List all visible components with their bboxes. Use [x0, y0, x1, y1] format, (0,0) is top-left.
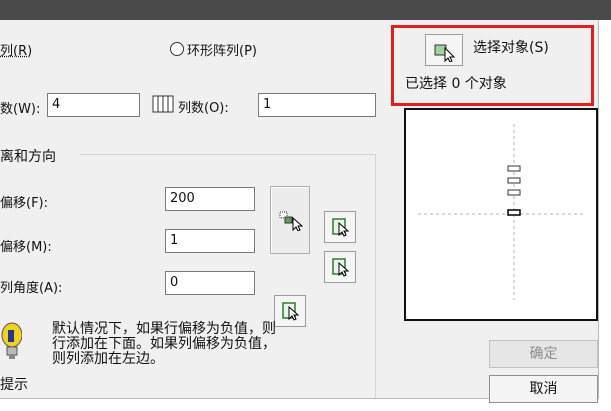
array-angle-label: 列角度(A):	[0, 281, 63, 296]
group-border-right	[375, 154, 376, 398]
row-offset-input[interactable]: 200	[165, 187, 255, 211]
rows-input-value: 4	[52, 97, 61, 112]
highlight-annotation	[391, 25, 594, 106]
cancel-button[interactable]: 取消	[489, 375, 598, 403]
ok-button[interactable]: 确定	[489, 340, 598, 368]
columns-label: 列数(O):	[178, 101, 229, 116]
array-preview	[404, 108, 598, 321]
window-titlebar	[0, 0, 611, 20]
pick-point-icon	[281, 301, 301, 325]
columns-input-value: 1	[263, 97, 272, 112]
col-offset-value: 1	[170, 233, 179, 248]
pick-point-icon	[331, 217, 351, 241]
pick-both-offsets-icon	[279, 211, 304, 235]
group-divider	[80, 154, 376, 155]
columns-icon	[152, 94, 174, 114]
columns-input[interactable]: 1	[258, 93, 376, 117]
row-offset-value: 200	[170, 191, 195, 206]
array-angle-value: 0	[170, 275, 179, 290]
pick-both-offsets-button[interactable]	[270, 186, 310, 254]
polar-array-label: 环形阵列(P)	[187, 44, 257, 59]
rect-array-radio[interactable]: 列(R)	[0, 40, 32, 59]
ok-button-label: 确定	[529, 346, 558, 362]
polar-array-radio[interactable]: 环形阵列(P)	[170, 40, 257, 59]
tip-line: 默认情况下，如果行偏移为负值，则	[52, 321, 276, 337]
pick-col-offset-button[interactable]	[324, 251, 356, 283]
pick-point-icon	[331, 257, 351, 281]
tip-line: 行添加在下面。如果列偏移为负值，	[52, 336, 276, 352]
array-dialog: 列(R) 环形阵列(P) 数(W): 4 列数(O): 1 离和方向 偏移(F)…	[0, 20, 599, 403]
rows-label: 数(W):	[0, 102, 41, 117]
row-offset-label: 偏移(F):	[0, 196, 49, 211]
tip-line: 则列添加在左边。	[52, 351, 164, 367]
col-offset-input[interactable]: 1	[165, 229, 255, 253]
rows-input[interactable]: 4	[47, 93, 140, 117]
lightbulb-icon	[0, 322, 23, 362]
tip-text: 默认情况下，如果行偏移为负值，则 行添加在下面。如果列偏移为负值， 则列添加在左…	[52, 322, 276, 367]
offset-section-title: 离和方向	[0, 149, 56, 165]
rect-array-label: 列(R)	[0, 44, 33, 59]
tip-label: 提示	[0, 377, 28, 393]
radio-circle-icon	[170, 42, 184, 56]
pick-row-offset-button[interactable]	[324, 211, 356, 243]
pick-angle-button[interactable]	[274, 295, 306, 327]
cancel-button-label: 取消	[529, 381, 558, 397]
col-offset-label: 偏移(M):	[0, 240, 52, 255]
array-angle-input[interactable]: 0	[165, 271, 255, 295]
